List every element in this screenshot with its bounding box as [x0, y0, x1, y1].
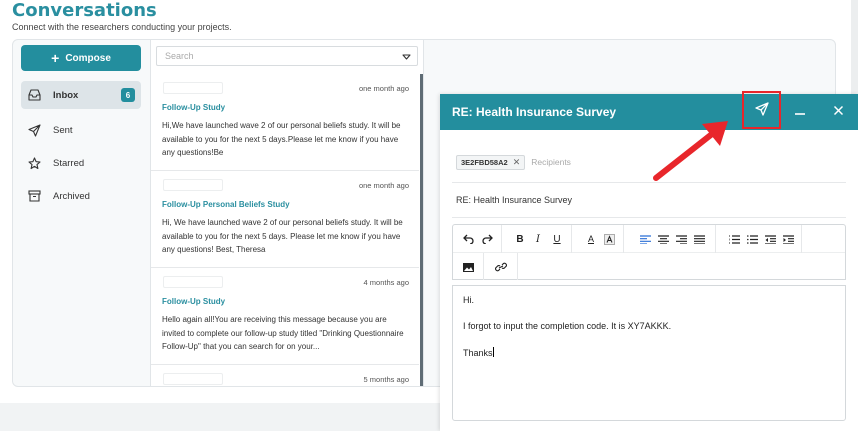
toolbar-divider — [453, 252, 845, 253]
link-icon[interactable] — [493, 259, 509, 275]
toolbar-separator — [623, 225, 624, 253]
close-icon — [833, 103, 844, 121]
message-preview: Hi, We have launched wave 2 of our perso… — [162, 218, 403, 254]
sidebar-item-sent[interactable]: Sent — [21, 116, 141, 144]
recipient-chip: 3E2FBD58A2 ✕ — [456, 154, 526, 170]
modal-title: RE: Health Insurance Survey — [452, 105, 617, 119]
message-subject: Follow-Up Study — [162, 297, 226, 306]
sidebar-item-label: Sent — [53, 124, 73, 136]
sender-avatar — [163, 373, 223, 385]
send-icon — [27, 123, 41, 137]
body-line: I forgot to input the completion code. I… — [463, 321, 672, 331]
text-color-icon[interactable]: A — [583, 231, 599, 247]
scrollbar[interactable] — [420, 74, 423, 386]
subject-field[interactable]: RE: Health Insurance Survey — [456, 195, 572, 205]
message-subject: Follow-Up Study — [162, 103, 226, 112]
italic-icon[interactable]: I — [530, 231, 546, 247]
message-subject: Follow-Up Personal Beliefs Study — [162, 200, 290, 209]
footer-band — [0, 403, 440, 431]
toolbar-separator — [571, 225, 572, 253]
sidebar-item-label: Archived — [53, 190, 90, 202]
sender-avatar — [163, 179, 223, 191]
align-right-icon[interactable] — [673, 231, 689, 247]
search-input[interactable]: Search — [156, 46, 418, 66]
message-preview: Hi,We have launched wave 2 of our person… — [162, 121, 401, 157]
bold-icon[interactable]: B — [512, 231, 528, 247]
redo-icon[interactable] — [479, 231, 495, 247]
list-item[interactable]: 4 months ago Follow-Up Study Hello again… — [151, 268, 419, 365]
sidebar-item-inbox[interactable]: Inbox 6 — [21, 81, 141, 109]
recipient-chip-label: 3E2FBD58A2 — [461, 157, 508, 167]
minimize-button[interactable] — [782, 94, 818, 130]
body-line: Hi. — [463, 295, 474, 305]
sender-avatar — [163, 82, 223, 94]
sidebar-item-starred[interactable]: Starred — [21, 149, 141, 177]
body-line-last: Thanks — [463, 347, 835, 358]
toolbar-separator — [801, 225, 802, 253]
send-highlight-box — [742, 91, 781, 129]
align-justify-icon[interactable] — [691, 231, 707, 247]
message-time: 5 months ago — [363, 375, 409, 384]
message-time: one month ago — [358, 181, 409, 190]
page-subtitle: Connect with the researchers conducting … — [12, 22, 232, 32]
sidebar-item-label: Starred — [53, 157, 85, 169]
archive-icon — [27, 189, 41, 203]
modal-header: RE: Health Insurance Survey — [440, 94, 858, 130]
body-line-text: Thanks — [463, 348, 493, 358]
text-cursor — [492, 347, 494, 357]
message-time: one month ago — [358, 84, 409, 93]
message-time: 4 months ago — [363, 278, 409, 287]
sender-avatar — [163, 276, 223, 288]
divider — [452, 182, 846, 183]
compose-modal: RE: Health Insurance Survey 3E2FBD58A2 ✕… — [440, 94, 858, 431]
underline-icon[interactable]: U — [549, 231, 565, 247]
align-center-icon[interactable] — [655, 231, 671, 247]
plus-icon: + — [51, 50, 60, 66]
toolbar-separator — [517, 253, 518, 280]
align-left-icon[interactable] — [637, 231, 653, 247]
highlight-color-icon[interactable] — [601, 231, 617, 247]
bullet-list-icon[interactable] — [744, 231, 760, 247]
message-list: Search one month ago Follow-Up Study Hi,… — [150, 40, 424, 386]
divider — [452, 217, 846, 218]
close-button[interactable] — [820, 94, 856, 130]
outdent-icon[interactable] — [762, 231, 778, 247]
conversations-page: Conversations Connect with the researche… — [0, 0, 858, 431]
list-item[interactable]: 5 months ago — [151, 365, 419, 386]
indent-icon[interactable] — [780, 231, 796, 247]
annotation-arrow-icon — [653, 121, 728, 181]
compose-label: Compose — [65, 52, 111, 64]
star-icon — [27, 156, 41, 170]
sidebar-item-label: Inbox — [53, 89, 79, 101]
undo-icon[interactable] — [460, 231, 476, 247]
search-placeholder: Search — [165, 51, 194, 61]
inbox-icon — [27, 88, 41, 102]
toolbar-separator — [715, 225, 716, 253]
toolbar-separator — [483, 253, 484, 280]
chevron-down-icon[interactable] — [402, 52, 411, 62]
recipients-placeholder: Recipients — [531, 157, 571, 167]
inbox-count-badge: 6 — [121, 88, 135, 102]
remove-recipient-icon[interactable]: ✕ — [513, 157, 521, 168]
image-icon[interactable] — [460, 259, 476, 275]
numbered-list-icon[interactable] — [726, 231, 742, 247]
minimize-icon — [793, 103, 807, 122]
list-item[interactable]: one month ago Follow-Up Study Hi,We have… — [151, 74, 419, 171]
compose-button[interactable]: + Compose — [21, 45, 141, 71]
page-title: Conversations — [12, 0, 157, 21]
sidebar-item-archived[interactable]: Archived — [21, 182, 141, 210]
message-body-editor[interactable]: Hi. I forgot to input the completion cod… — [452, 285, 846, 421]
toolbar-separator — [501, 225, 502, 253]
editor-toolbar: B I U A — [452, 224, 846, 280]
message-preview: Hello again all!You are receiving this m… — [162, 315, 404, 351]
list-item[interactable]: one month ago Follow-Up Personal Beliefs… — [151, 171, 419, 268]
